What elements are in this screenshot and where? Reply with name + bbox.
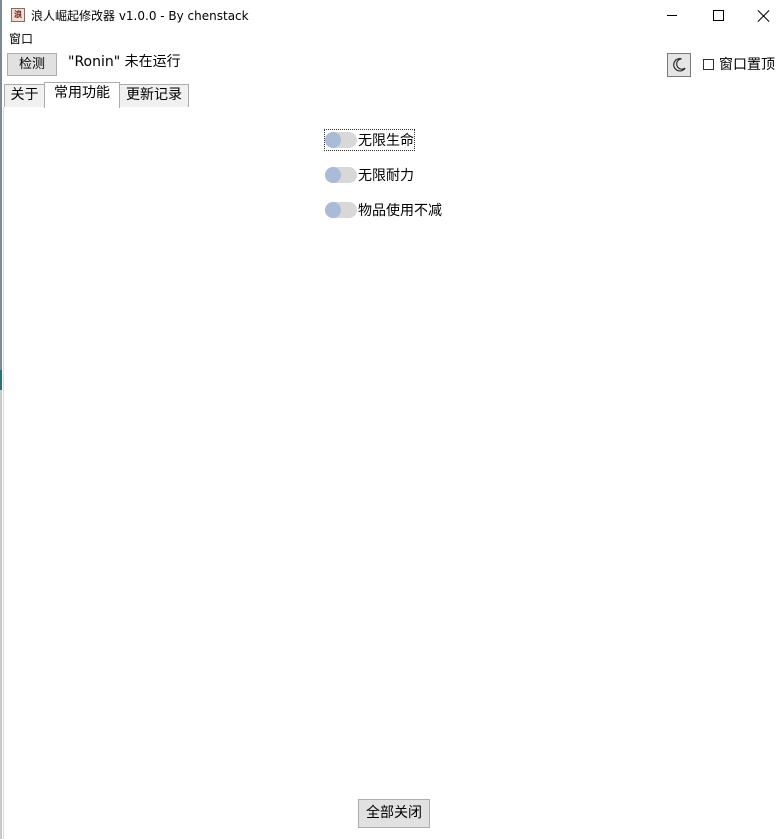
theme-toggle-button[interactable] — [667, 53, 691, 77]
toggle-infinite-health[interactable]: 无限生命 — [324, 129, 415, 151]
window-title: 浪人崛起修改器 v1.0.0 - By chenstack — [31, 9, 249, 23]
topmost-option[interactable]: 窗口置顶 — [703, 55, 775, 73]
close-icon — [758, 10, 770, 22]
close-all-button[interactable]: 全部关闭 — [358, 799, 430, 828]
toggle-infinite-stamina[interactable]: 无限耐力 — [325, 165, 414, 185]
tab-about[interactable]: 关于 — [4, 84, 45, 107]
window-edge — [0, 0, 2, 839]
maximize-icon — [712, 10, 724, 21]
toggle-label: 无限生命 — [358, 133, 414, 149]
menu-window[interactable]: 窗口 — [9, 31, 33, 47]
topmost-checkbox[interactable] — [703, 58, 714, 70]
toggle-items-no-decrease[interactable]: 物品使用不减 — [325, 200, 442, 220]
toggle-label: 无限耐力 — [358, 168, 414, 184]
minimize-button[interactable] — [649, 0, 695, 31]
maximize-button[interactable] — [695, 0, 741, 31]
close-button[interactable] — [741, 0, 784, 31]
minimize-icon — [667, 15, 677, 16]
tab-common-features[interactable]: 常用功能 — [44, 82, 120, 108]
process-status: "Ronin" 未在运行 — [68, 54, 181, 70]
tab-changelog[interactable]: 更新记录 — [119, 84, 189, 107]
app-icon: 浪 — [11, 8, 25, 22]
toggle-switch[interactable] — [325, 132, 357, 148]
topmost-label: 窗口置顶 — [719, 57, 775, 73]
toggle-switch[interactable] — [325, 167, 357, 183]
toggle-label: 物品使用不减 — [358, 203, 442, 219]
toggle-switch[interactable] — [325, 202, 357, 218]
detect-button[interactable]: 检测 — [7, 53, 57, 76]
moon-icon — [673, 58, 686, 72]
title-bar[interactable]: 浪 浪人崛起修改器 v1.0.0 - By chenstack — [2, 0, 784, 31]
